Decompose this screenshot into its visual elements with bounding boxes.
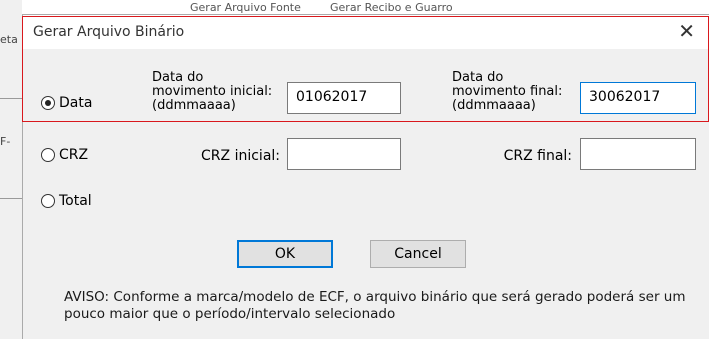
background-divider (0, 198, 22, 199)
radio-total[interactable]: Total (41, 193, 92, 209)
crz-initial-label: CRZ inicial: (201, 148, 280, 164)
initial-date-field[interactable]: 01062017 (287, 82, 401, 114)
background-menu-text: Gerar Recibo e Guarro (330, 1, 453, 14)
background-window-edge: eta F- (0, 0, 22, 339)
warning-notice: AVISO: Conforme a marca/modelo de ECF, o… (64, 289, 686, 322)
background-menu-text: Gerar Arquivo Fonte (190, 1, 301, 14)
radio-data[interactable]: Data (41, 95, 92, 111)
crz-final-label: CRZ final: (503, 148, 572, 164)
crz-initial-field[interactable] (287, 138, 401, 170)
background-divider (0, 98, 22, 99)
dialog-titlebar: Gerar Arquivo Binário ✕ (23, 15, 709, 49)
dialog-title: Gerar Arquivo Binário (33, 24, 185, 40)
close-icon[interactable]: ✕ (678, 20, 695, 42)
radio-data-indicator[interactable] (41, 96, 55, 110)
final-date-field[interactable]: 30062017 (580, 82, 696, 114)
background-text-fragment: eta (0, 33, 18, 46)
radio-crz-label: CRZ (59, 147, 89, 163)
crz-final-field[interactable] (580, 138, 696, 170)
radio-crz[interactable]: CRZ (41, 147, 88, 163)
radio-total-indicator[interactable] (41, 194, 55, 208)
background-text-fragment: F- (0, 135, 11, 148)
radio-data-label: Data (59, 95, 93, 111)
radio-total-label: Total (59, 193, 92, 209)
initial-date-label: Data do movimento inicial: (ddmmaaaa) (152, 70, 273, 113)
final-date-label: Data do movimento final: (ddmmaaaa) (452, 70, 563, 113)
ok-button[interactable]: OK (237, 240, 333, 268)
radio-crz-indicator[interactable] (41, 148, 55, 162)
cancel-button[interactable]: Cancel (370, 240, 466, 268)
